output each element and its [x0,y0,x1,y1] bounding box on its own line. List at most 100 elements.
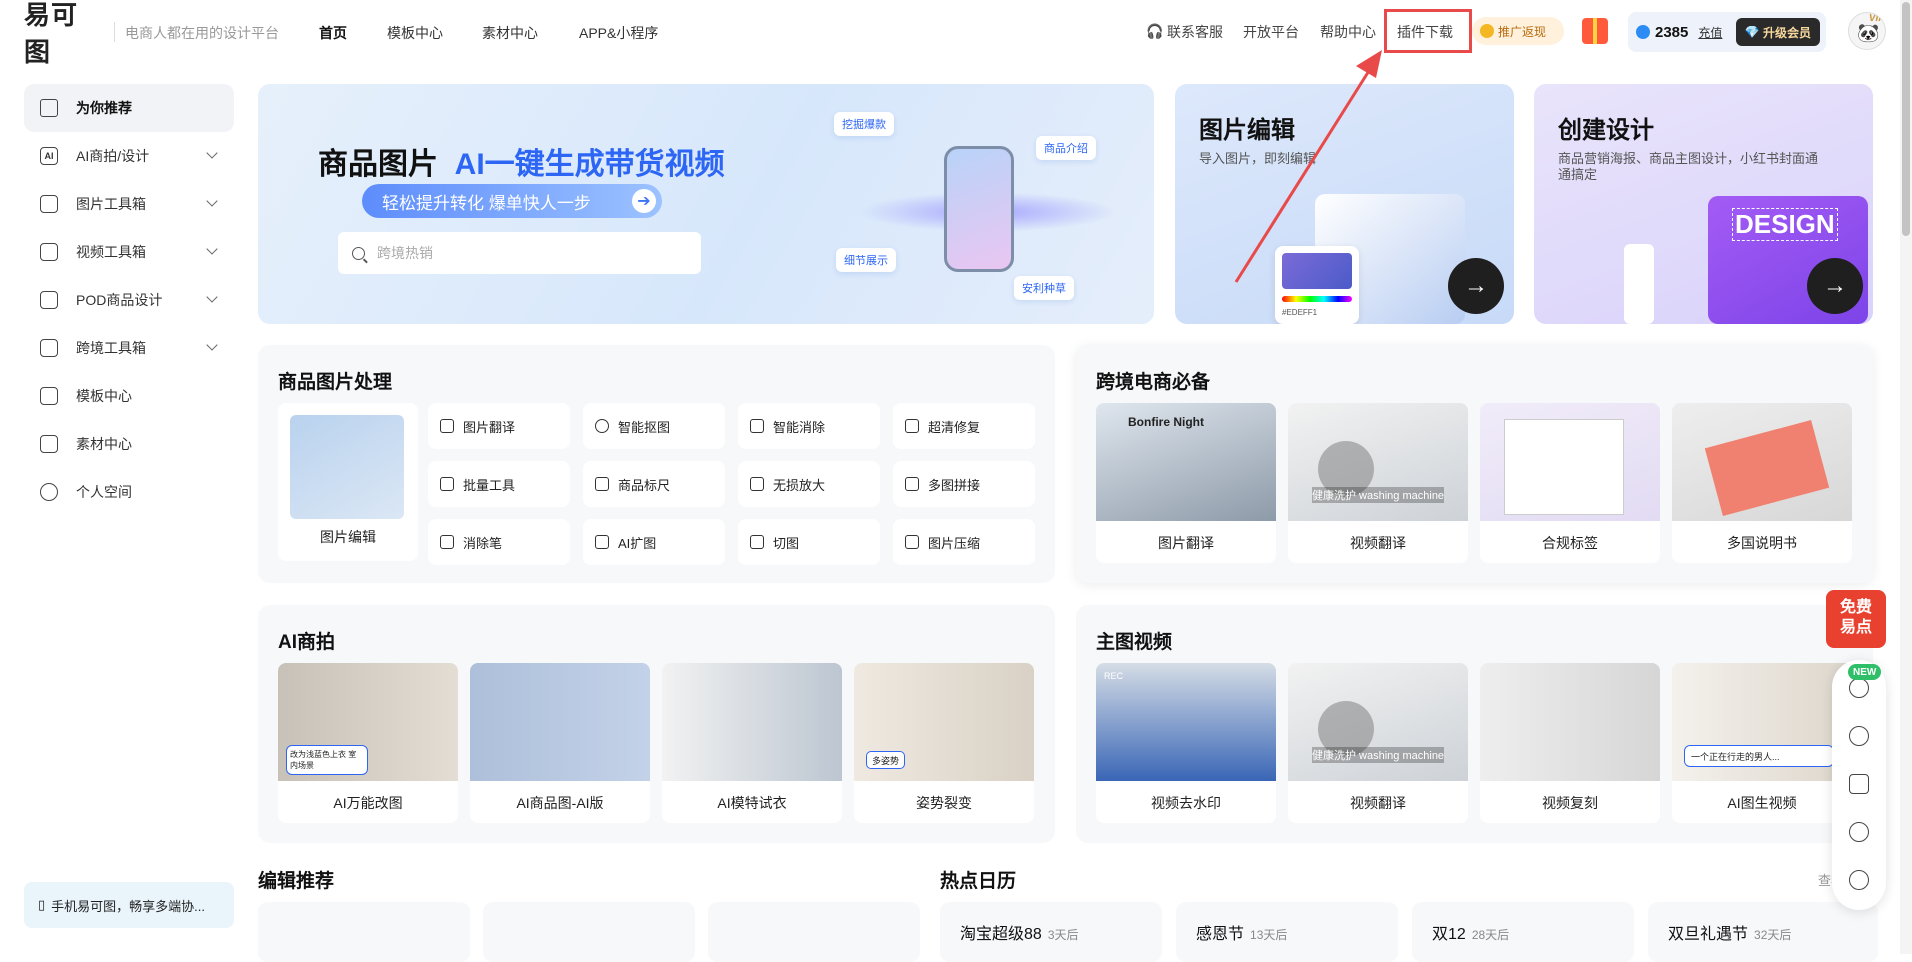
nav-home[interactable]: 首页 [319,23,347,43]
tool-label: 商品标尺 [618,477,671,493]
ai-icon: AI [40,147,58,165]
gift-icon[interactable] [1582,18,1608,44]
crossborder-tile[interactable]: Bonfire Night 图片翻译 [1096,403,1276,563]
tool-batch[interactable]: 批量工具 [428,461,570,507]
nav-templates[interactable]: 模板中心 [387,23,443,43]
main-video-tile[interactable]: 视频复刻 [1480,663,1660,823]
customer-service-link[interactable]: 联系客服 [1167,22,1223,42]
editor-pick-card[interactable] [483,902,695,962]
nav-materials[interactable]: 素材中心 [482,23,538,43]
image-edit-tile[interactable]: 图片编辑 [278,403,418,561]
calendar-days: 28天后 [1471,928,1510,942]
eraser-icon [750,419,764,433]
calendar-card[interactable]: 双12 28天后 [1412,902,1634,962]
chevron-down-icon [206,291,218,303]
nav-app[interactable]: APP&小程序 [579,23,658,43]
main-video-tile[interactable]: REC 视频去水印 [1096,663,1276,823]
sidebar-item-image-toolbox[interactable]: 图片工具箱 [24,180,234,228]
tile-label: 图片翻译 [1158,535,1214,551]
tool-ai-expand[interactable]: AI扩图 [583,519,725,565]
sidebar-item-materials[interactable]: 素材中心 [24,420,234,468]
ai-shoot-tile[interactable]: 多姿势 姿势裂变 [854,663,1034,823]
points-icon [1636,25,1650,39]
editor-pick-card[interactable] [708,902,920,962]
avatar[interactable]: VIP 🐼 [1848,12,1886,50]
banner-pill[interactable]: 轻松提升转化 爆单快人一步 ➔ [362,184,662,218]
tool-collage[interactable]: 多图拼接 [893,461,1035,507]
main-video-tile[interactable]: 一个正在行走的男人... AI图生视频 [1672,663,1852,823]
tile-label: 视频翻译 [1350,795,1406,811]
open-platform-link[interactable]: 开放平台 [1243,22,1299,42]
sidebar-item-pod[interactable]: POD商品设计 [24,276,234,324]
tool-smart-cutout[interactable]: 智能抠图 [583,403,725,449]
upgrade-vip-button[interactable]: 💎 升级会员 [1735,18,1820,46]
ai-shoot-tile[interactable]: 改为浅蓝色上衣 室内场景 AI万能改图 [278,663,458,823]
tool-slice[interactable]: 切图 [738,519,880,565]
crossborder-tile[interactable]: 合规标签 [1480,403,1660,563]
help-center-link[interactable]: 帮助中心 [1320,22,1376,42]
create-design-subtitle: 商品营销海报、商品主图设计，小红书封面通通搞定 [1558,151,1819,182]
product-image-section: 商品图片处理 图片编辑 图片翻译 智能抠图 智能消除 超清修复 批量工具 商品标… [258,345,1055,583]
calendar-card[interactable]: 淘宝超级88 3天后 [940,902,1162,962]
tool-label: 切图 [773,535,800,551]
image-edit-card[interactable]: 图片编辑 导入图片，即刻编辑 #EDEFF1 → [1175,84,1514,324]
tool-label: 超清修复 [928,419,981,435]
help-icon[interactable] [1849,822,1869,842]
tool-ruler[interactable]: 商品标尺 [583,461,725,507]
ai-expand-icon [595,535,609,549]
label-document [1504,419,1624,515]
tool-erase-brush[interactable]: 消除笔 [428,519,570,565]
create-design-card[interactable]: 创建设计 商品营销海报、商品主图设计，小红书封面通通搞定 DESIGN → [1534,84,1873,324]
logo[interactable]: 易可图 [24,0,100,67]
chat-icon[interactable] [1849,870,1869,890]
vertical-scrollbar[interactable] [1900,0,1912,954]
banner-tag: 细节展示 [836,248,896,272]
calendar-card[interactable]: 双旦礼遇节 32天后 [1648,902,1878,962]
hero-banner[interactable]: 商品图片 AI一键生成带货视频 轻松提升转化 爆单快人一步 ➔ 跨境热销 挖掘爆… [258,84,1154,324]
sidebar-item-templates[interactable]: 模板中心 [24,372,234,420]
crossborder-tile[interactable]: 健康洗护 washing machine 视频翻译 [1288,403,1468,563]
yuan-icon[interactable] [1849,726,1869,746]
tile-image [1480,403,1660,521]
image-edit-title: 图片编辑 [1199,117,1295,144]
prompt-bubble: 多姿势 [866,751,906,769]
sidebar-item-ai-shoot[interactable]: AI AI商拍/设计 [24,132,234,180]
ai-shoot-tile[interactable]: AI模特试衣 [662,663,842,823]
promo-rebate-button[interactable]: 推广返现 [1472,17,1564,45]
create-design-arrow-button[interactable]: → [1807,258,1863,314]
banner-title-b: AI一键生成带货视频 [454,148,725,181]
main-video-tile[interactable]: 健康洗护 washing machine 视频翻译 [1288,663,1468,823]
scrollbar-thumb[interactable] [1902,2,1910,236]
tool-compress[interactable]: 图片压缩 [893,519,1035,565]
editor-pick-card[interactable] [258,902,470,962]
crossborder-tile[interactable]: 多国说明书 [1672,403,1852,563]
mobile-tip-text: 手机易可图，畅享多端协... [51,898,205,914]
search-placeholder: 跨境热销 [377,245,433,261]
panda-avatar-icon: 🐼 [1857,23,1880,43]
design-word: DESIGN [1732,208,1838,241]
sidebar-item-video-toolbox[interactable]: 视频工具箱 [24,228,234,276]
tile-image [470,663,650,781]
tile-image: 一个正在行走的男人... [1672,663,1852,781]
sidebar-item-crossborder[interactable]: 跨境工具箱 [24,324,234,372]
recharge-link[interactable]: 充值 [1698,24,1722,41]
tool-label: 批量工具 [463,477,516,493]
tool-upscale[interactable]: 无损放大 [738,461,880,507]
sidebar-item-recommend[interactable]: 为你推荐 [24,84,234,132]
free-points-badge[interactable]: 免费 易点 [1826,590,1886,648]
ai-shoot-tile[interactable]: AI商品图-AI版 [470,663,650,823]
free-badge-line: 免费 [1839,599,1872,616]
calendar-card[interactable]: 感恩节 13天后 [1176,902,1398,962]
image-edit-arrow-button[interactable]: → [1448,258,1504,314]
tool-hd-restore[interactable]: 超清修复 [893,403,1035,449]
sidebar-item-personal[interactable]: 个人空间 [24,468,234,516]
calendar-event: 双12 [1432,926,1466,943]
tool-smart-erase[interactable]: 智能消除 [738,403,880,449]
feedback-icon[interactable] [1849,774,1869,794]
crossborder-section: 跨境电商必备 Bonfire Night 图片翻译 健康洗护 washing m… [1076,345,1873,583]
tile-label: 视频翻译 [1350,535,1406,551]
mobile-app-tip[interactable]: ▯ 手机易可图，畅享多端协... [24,882,234,928]
tool-image-translate[interactable]: 图片翻译 [428,403,570,449]
link-icon[interactable] [1849,678,1869,698]
search-input[interactable]: 跨境热销 [338,232,701,274]
